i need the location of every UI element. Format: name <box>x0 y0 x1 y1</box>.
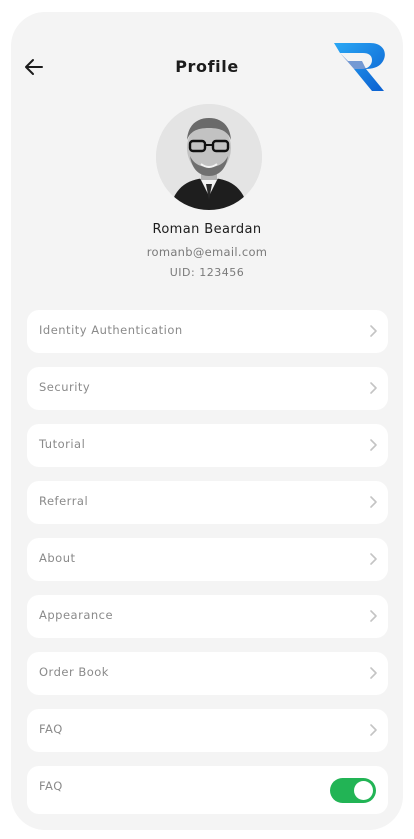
menu-item-label: Order Book <box>39 665 109 679</box>
settings-menu: Identity Authentication Security Tutoria… <box>27 310 388 828</box>
menu-item-label: Appearance <box>39 608 114 622</box>
menu-item-label: About <box>39 551 76 565</box>
faq-toggle-switch[interactable] <box>330 778 376 803</box>
menu-item-referral[interactable]: Referral <box>27 481 388 524</box>
uid-label: UID: <box>169 266 196 279</box>
menu-item-identity-authentication[interactable]: Identity Authentication <box>27 310 388 353</box>
menu-item-tutorial[interactable]: Tutorial <box>27 424 388 467</box>
chevron-right-icon <box>370 496 377 508</box>
menu-item-label: Security <box>39 380 91 394</box>
menu-item-label: Tutorial <box>39 437 86 451</box>
menu-item-about[interactable]: About <box>27 538 388 581</box>
profile-email: romanb@email.com <box>146 245 268 259</box>
avatar <box>156 104 262 210</box>
menu-item-faq-toggle: FAQ <box>27 766 388 814</box>
profile-name: Roman Beardan <box>152 222 262 237</box>
profile-screen: Profile Roman Beardan romanb@email.com U… <box>11 12 403 830</box>
menu-item-security[interactable]: Security <box>27 367 388 410</box>
menu-item-label: Referral <box>39 494 89 508</box>
menu-item-label: Identity Authentication <box>39 323 183 337</box>
menu-item-order-book[interactable]: Order Book <box>27 652 388 695</box>
chevron-right-icon <box>370 553 377 565</box>
chevron-right-icon <box>370 667 377 679</box>
menu-item-appearance[interactable]: Appearance <box>27 595 388 638</box>
profile-uid: UID: 123456 <box>11 266 403 279</box>
chevron-right-icon <box>370 610 377 622</box>
menu-item-label: FAQ <box>39 722 63 736</box>
brand-r-logo-icon <box>332 42 388 94</box>
menu-item-faq[interactable]: FAQ <box>27 709 388 752</box>
toggle-knob <box>354 781 373 800</box>
chevron-right-icon <box>370 439 377 451</box>
chevron-right-icon <box>370 382 377 394</box>
chevron-right-icon <box>370 325 377 337</box>
uid-value: 123456 <box>199 266 245 279</box>
chevron-right-icon <box>370 724 377 736</box>
menu-item-label: FAQ <box>39 779 63 793</box>
